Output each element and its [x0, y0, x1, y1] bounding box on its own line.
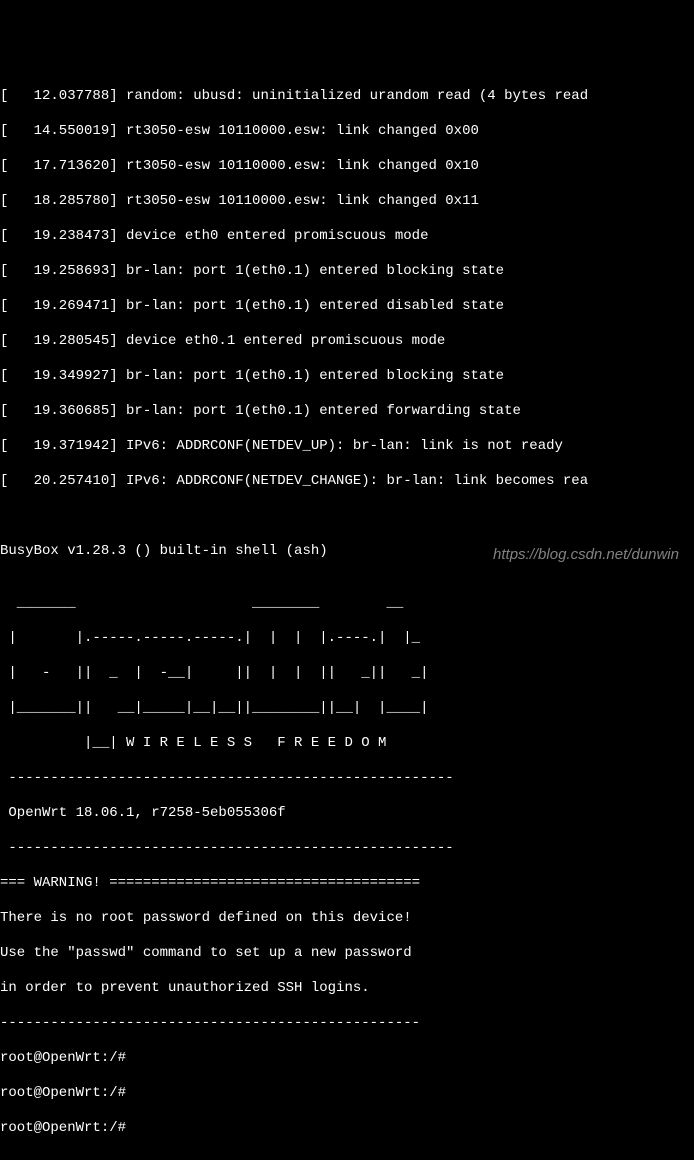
- kernel-log-line: [ 14.550019] rt3050-esw 10110000.esw: li…: [0, 123, 694, 141]
- terminal-output: [ 12.037788] random: ubusd: uninitialize…: [0, 70, 694, 1155]
- ascii-art-line: |_______|| __|_____|__|__||________||__|…: [0, 700, 694, 718]
- separator: ----------------------------------------…: [0, 770, 694, 788]
- kernel-log-line: [ 18.285780] rt3050-esw 10110000.esw: li…: [0, 193, 694, 211]
- shell-prompt[interactable]: root@OpenWrt:/#: [0, 1085, 694, 1103]
- warning-text: There is no root password defined on thi…: [0, 910, 694, 928]
- openwrt-version: OpenWrt 18.06.1, r7258-5eb055306f: [0, 805, 694, 823]
- kernel-log-line: [ 19.258693] br-lan: port 1(eth0.1) ente…: [0, 263, 694, 281]
- ascii-art-line: | |.-----.-----.-----.| | | |.----.| |_: [0, 630, 694, 648]
- warning-text: in order to prevent unauthorized SSH log…: [0, 980, 694, 998]
- kernel-log-line: [ 19.238473] device eth0 entered promisc…: [0, 228, 694, 246]
- kernel-log-line: [ 17.713620] rt3050-esw 10110000.esw: li…: [0, 158, 694, 176]
- watermark-text: https://blog.csdn.net/dunwin: [493, 546, 679, 565]
- ascii-art-line: |__| W I R E L E S S F R E E D O M: [0, 735, 694, 753]
- kernel-log-line: [ 19.371942] IPv6: ADDRCONF(NETDEV_UP): …: [0, 438, 694, 456]
- separator: ----------------------------------------…: [0, 1015, 694, 1033]
- kernel-log-line: [ 19.360685] br-lan: port 1(eth0.1) ente…: [0, 403, 694, 421]
- kernel-log-line: [ 19.280545] device eth0.1 entered promi…: [0, 333, 694, 351]
- kernel-log-line: [ 12.037788] random: ubusd: uninitialize…: [0, 88, 694, 106]
- shell-prompt[interactable]: root@OpenWrt:/#: [0, 1050, 694, 1068]
- kernel-log-line: [ 19.269471] br-lan: port 1(eth0.1) ente…: [0, 298, 694, 316]
- kernel-log-line: [ 19.349927] br-lan: port 1(eth0.1) ente…: [0, 368, 694, 386]
- separator: ----------------------------------------…: [0, 840, 694, 858]
- ascii-art-line: _______ ________ __: [0, 595, 694, 613]
- warning-header: === WARNING! ===========================…: [0, 875, 694, 893]
- kernel-log-line: [ 20.257410] IPv6: ADDRCONF(NETDEV_CHANG…: [0, 473, 694, 491]
- shell-prompt[interactable]: root@OpenWrt:/#: [0, 1120, 694, 1138]
- warning-text: Use the "passwd" command to set up a new…: [0, 945, 694, 963]
- ascii-art-line: | - || _ | -__| || | | || _|| _|: [0, 665, 694, 683]
